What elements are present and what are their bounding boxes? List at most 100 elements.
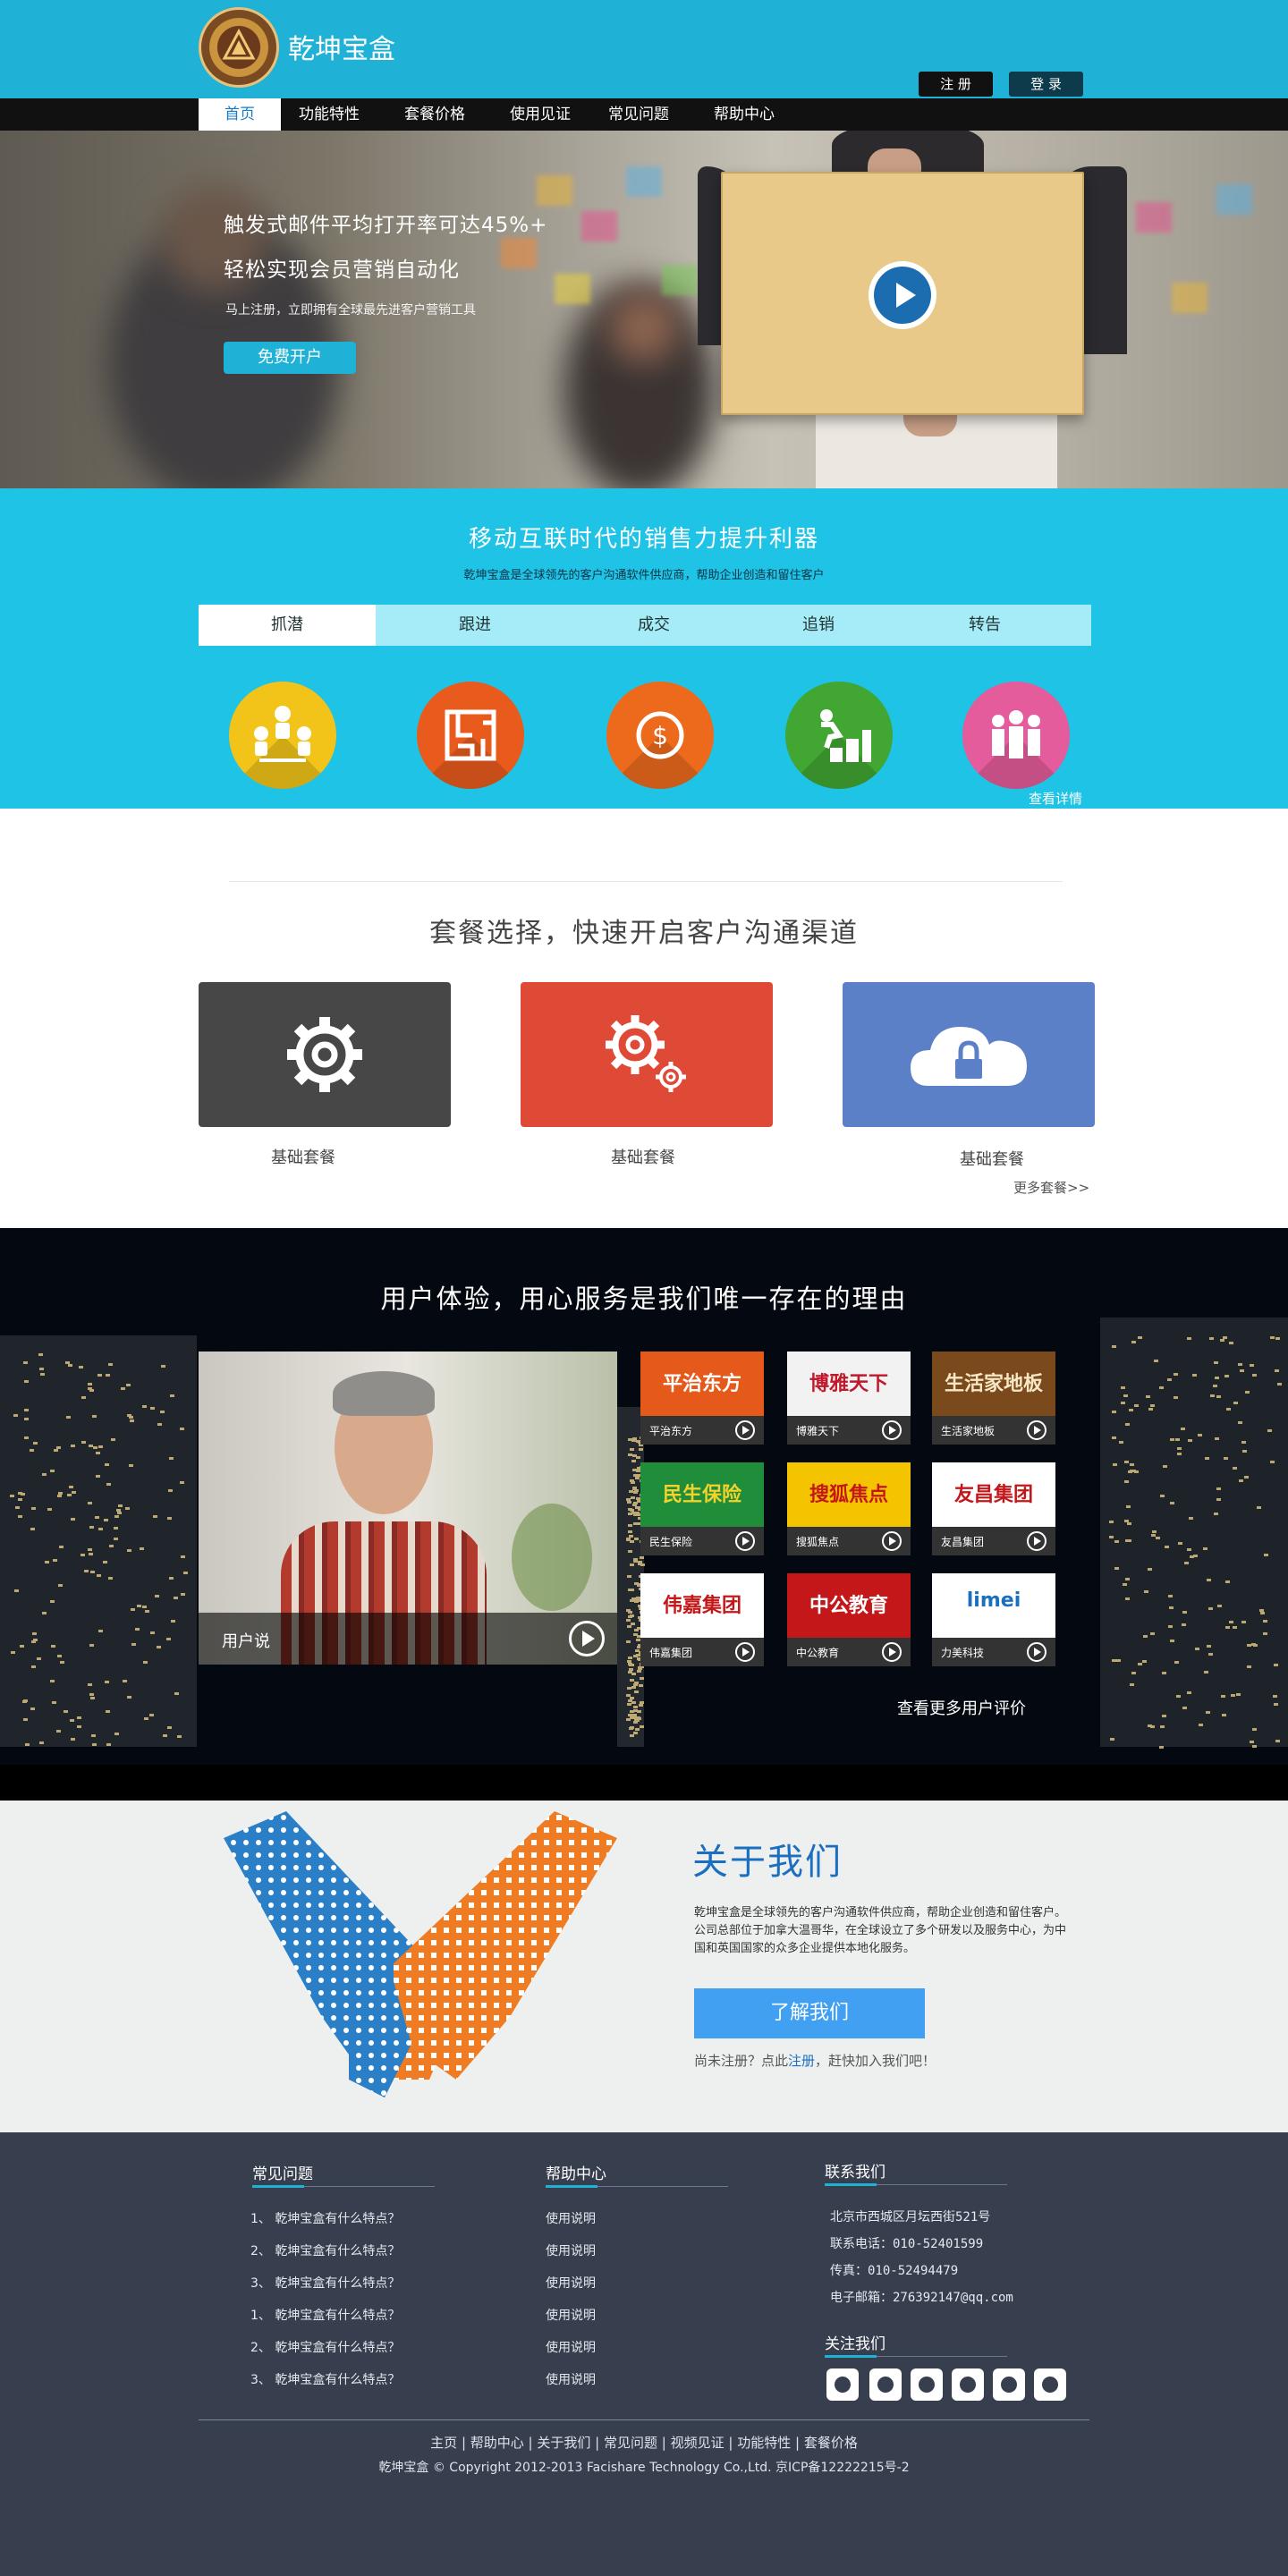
footer-link-faq[interactable]: 常见问题 [604, 2435, 657, 2451]
page: 乾坤宝盒 注 册 登 录 首页 功能特性 套餐价格 使用见证 常见问题 帮助中心… [0, 0, 1288, 2576]
help-item[interactable]: 使用说明 [546, 2338, 596, 2356]
play-icon[interactable] [1027, 1420, 1046, 1440]
brand-logo-text: 博雅天下 [809, 1373, 888, 1395]
tab-prospect[interactable]: 抓潜 [199, 605, 376, 646]
tab-referral[interactable]: 转告 [905, 605, 1064, 646]
free-signup-button[interactable]: 免费开户 [224, 342, 356, 374]
signup-link[interactable]: 注册 [788, 2053, 815, 2069]
dollar-icon[interactable]: $ [606, 682, 714, 789]
play-icon[interactable] [735, 1531, 755, 1551]
nav-pricing[interactable]: 套餐价格 [394, 98, 476, 131]
handshake-illustration [224, 1811, 617, 2097]
qq-icon[interactable] [826, 2368, 859, 2401]
brand-name: 民生保险 [649, 1536, 693, 1548]
brand-caption-bar: 搜狐焦点 [787, 1527, 911, 1555]
testimonials-section: 用户体验，用心服务是我们唯一存在的理由 用户说 平治东方 平治东方 博雅天下 博雅天下… [0, 1228, 1288, 1801]
treasure-box-icon [222, 28, 256, 60]
play-icon[interactable] [882, 1642, 902, 1662]
tab-follow-up[interactable]: 跟进 [395, 605, 555, 646]
team-icon[interactable] [229, 682, 336, 789]
customer-video[interactable]: 用户说 [199, 1352, 617, 1665]
brand-logo[interactable] [199, 7, 279, 88]
baidu-icon[interactable] [1034, 2368, 1066, 2401]
login-button[interactable]: 登 录 [1009, 72, 1083, 97]
brand-tile[interactable]: 生活家地板 生活家地板 [932, 1352, 1055, 1445]
growth-icon[interactable] [785, 682, 893, 789]
nav-faq[interactable]: 常见问题 [597, 98, 680, 131]
play-icon[interactable] [869, 261, 936, 329]
play-icon[interactable] [1027, 1531, 1046, 1551]
play-icon[interactable] [735, 1642, 755, 1662]
footer-link-home[interactable]: 主页 [430, 2435, 457, 2451]
message-icon[interactable] [911, 2368, 943, 2401]
play-icon[interactable] [735, 1420, 755, 1440]
brand-logo: 中公教育 [787, 1573, 911, 1638]
nav-home[interactable]: 首页 [199, 98, 281, 131]
help-item[interactable]: 使用说明 [546, 2209, 596, 2227]
brand-tile[interactable]: 友昌集团 友昌集团 [932, 1462, 1055, 1555]
faq-item[interactable]: 3、 乾坤宝盒有什么特点？ [250, 2370, 400, 2388]
nav-testimonials[interactable]: 使用见证 [499, 98, 581, 131]
footer-link-help[interactable]: 帮助中心 [470, 2435, 524, 2451]
tab-close[interactable]: 成交 [574, 605, 733, 646]
city-ground [0, 1765, 1288, 1801]
hero-video-card[interactable] [721, 172, 1084, 415]
brand-tile[interactable]: 搜狐焦点 搜狐焦点 [787, 1462, 911, 1555]
faq-item[interactable]: 3、 乾坤宝盒有什么特点？ [250, 2274, 400, 2292]
hero-banner: 触发式邮件平均打开率可达45%+ 轻松实现会员营销自动化 马上注册，立即拥有全球… [0, 131, 1288, 488]
brand-caption-bar: 博雅天下 [787, 1416, 911, 1445]
view-detail-link[interactable]: 查看详情 [1029, 789, 1082, 808]
brand-logo: limei [932, 1573, 1055, 1638]
footer-follow-title: 关注我们 [825, 2335, 886, 2353]
brand-tile[interactable]: 博雅天下 博雅天下 [787, 1352, 911, 1445]
nav-features[interactable]: 功能特性 [288, 98, 370, 131]
register-button[interactable]: 注 册 [919, 72, 993, 97]
wechat-icon[interactable] [869, 2368, 902, 2401]
more-reviews-link[interactable]: 查看更多用户评价 [897, 1696, 1026, 1719]
maze-icon[interactable] [417, 682, 524, 789]
faq-item[interactable]: 1、 乾坤宝盒有什么特点？ [250, 2209, 400, 2227]
packages-title: 套餐选择，快速开启客户沟通渠道 [429, 918, 859, 949]
footer-link-about[interactable]: 关于我们 [537, 2435, 590, 2451]
faq-item[interactable]: 2、 乾坤宝盒有什么特点？ [250, 2338, 400, 2356]
footer-link-videos[interactable]: 视频见证 [671, 2435, 724, 2451]
help-item[interactable]: 使用说明 [546, 2370, 596, 2388]
help-item[interactable]: 使用说明 [546, 2306, 596, 2324]
group-icon[interactable] [962, 682, 1070, 789]
brand-logo: 搜狐焦点 [787, 1462, 911, 1527]
footer-link-features[interactable]: 功能特性 [737, 2435, 791, 2451]
weibo-icon[interactable] [993, 2368, 1025, 2401]
play-icon[interactable] [569, 1621, 605, 1657]
play-icon[interactable] [1027, 1642, 1046, 1662]
package-card-basic[interactable] [199, 982, 451, 1127]
nav-help[interactable]: 帮助中心 [703, 98, 785, 131]
brand-tile[interactable]: 伟嘉集团 伟嘉集团 [640, 1573, 764, 1666]
sticky-note [626, 166, 662, 197]
renren-icon[interactable] [952, 2368, 984, 2401]
brand-tile[interactable]: 平治东方 平治东方 [640, 1352, 764, 1445]
faq-item[interactable]: 1、 乾坤宝盒有什么特点？ [250, 2306, 400, 2324]
more-packages-link[interactable]: 更多套餐>> [1013, 1178, 1089, 1197]
faq-item[interactable]: 2、 乾坤宝盒有什么特点？ [250, 2241, 400, 2259]
play-icon[interactable] [882, 1420, 902, 1440]
footer-link-pricing[interactable]: 套餐价格 [804, 2435, 858, 2451]
help-item[interactable]: 使用说明 [546, 2241, 596, 2259]
help-item[interactable]: 使用说明 [546, 2274, 596, 2292]
brand-logo: 博雅天下 [787, 1352, 911, 1416]
brand-logo-text: 民生保险 [662, 1484, 741, 1506]
package-card-premium[interactable] [843, 982, 1095, 1127]
brand-tile[interactable]: limei 力美科技 [932, 1573, 1055, 1666]
play-icon[interactable] [882, 1531, 902, 1551]
brand-name: 生活家地板 [941, 1425, 996, 1437]
brand-caption-bar: 平治东方 [640, 1416, 764, 1445]
tab-upsell[interactable]: 追销 [739, 605, 898, 646]
brand-name: 伟嘉集团 [649, 1647, 693, 1659]
plant [512, 1504, 592, 1611]
brand-tile[interactable]: 民生保险 民生保险 [640, 1462, 764, 1555]
footer-underline [825, 2355, 1007, 2358]
cloud-lock-icon [911, 1027, 1027, 1086]
learn-more-button[interactable]: 了解我们 [694, 1988, 925, 2038]
package-card-standard[interactable] [521, 982, 773, 1127]
footer-links: 主页 | 帮助中心 | 关于我们 | 常见问题 | 视频见证 | 功能特性 | … [430, 2435, 858, 2451]
brand-tile[interactable]: 中公教育 中公教育 [787, 1573, 911, 1666]
